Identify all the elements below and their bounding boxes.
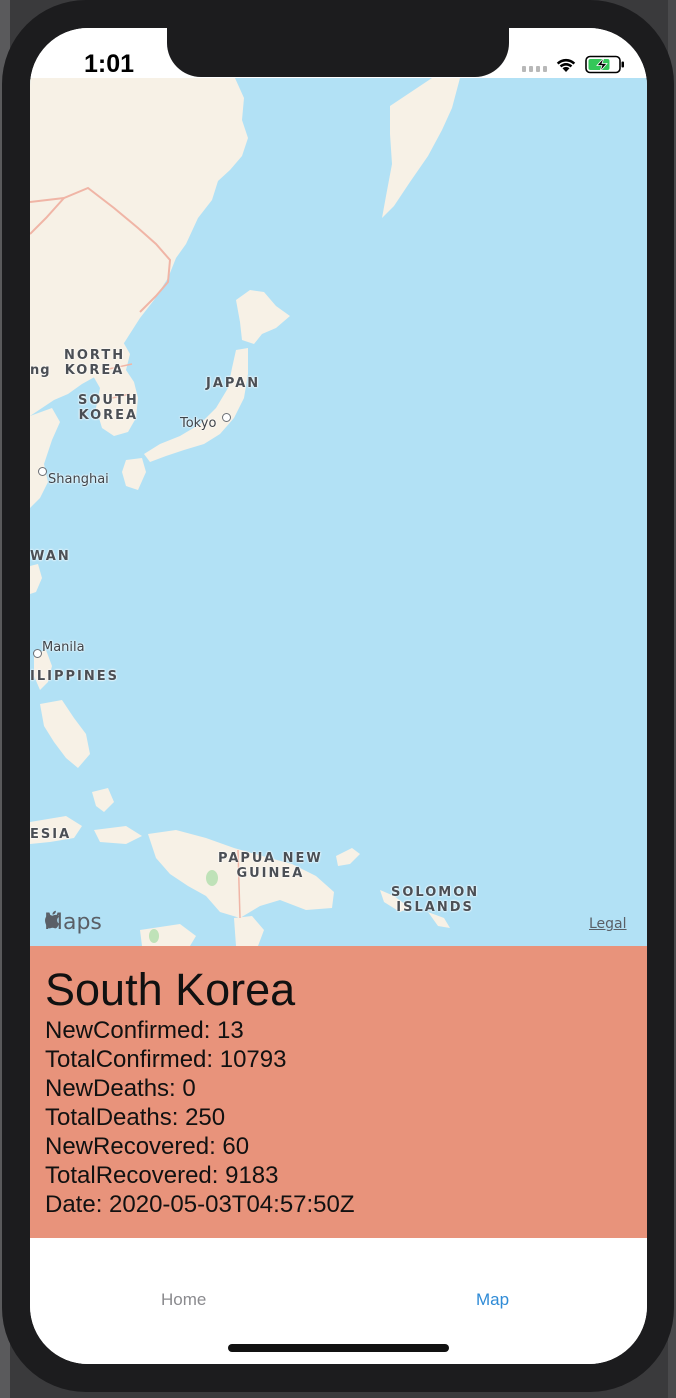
sakhalin [382, 78, 460, 218]
country-label-philippines: ILIPPINES [30, 669, 119, 684]
city-label-tokyo: Tokyo [180, 416, 217, 431]
hokkaido [236, 290, 290, 344]
legal-link[interactable]: Legal [589, 916, 627, 932]
notch [167, 28, 509, 77]
phone-frame: 1:01 NORTH KOREA ng SOUTH KOREA JAPAN WA… [2, 0, 674, 1392]
australia-top [140, 924, 196, 946]
guinea-south [234, 916, 264, 946]
country-label-south-korea: SOUTH KOREA [78, 393, 139, 423]
stat-date: Date: 2020-05-03T04:57:50Z [45, 1191, 355, 1218]
new-britain [336, 848, 360, 866]
stat-new-confirmed: NewConfirmed: 13 [45, 1017, 244, 1044]
country-label-japan: JAPAN [206, 376, 261, 391]
maps-attribution[interactable]: Maps [44, 910, 102, 935]
mainland-asia [30, 78, 248, 416]
apple-logo-icon [45, 910, 60, 929]
status-time: 1:01 [84, 50, 135, 78]
stat-new-recovered: NewRecovered: 60 [45, 1133, 250, 1160]
country-label-north-korea: NORTH KOREA [64, 348, 126, 378]
kyushu [122, 458, 146, 490]
stat-total-deaths: TotalDeaths: 250 [45, 1104, 226, 1131]
country-info-panel: South Korea NewConfirmed: 13 TotalConfir… [30, 946, 647, 1238]
phone-screen: 1:01 NORTH KOREA ng SOUTH KOREA JAPAN WA… [30, 28, 647, 1364]
map-land-layer [30, 78, 460, 946]
tab-home[interactable]: Home [161, 1290, 206, 1310]
tab-map[interactable]: Map [476, 1290, 509, 1310]
city-marker-shanghai[interactable] [38, 467, 47, 476]
map-view[interactable]: NORTH KOREA ng SOUTH KOREA JAPAN WAN ILI… [30, 78, 647, 946]
stat-total-recovered: TotalRecovered: 9183 [45, 1162, 279, 1189]
honshu [144, 348, 248, 462]
battery-charging-icon [585, 55, 624, 74]
country-label-taiwan: WAN [30, 549, 71, 564]
country-label-indonesia: ESIA [30, 827, 72, 842]
country-label-papua-new-guinea: PAPUA NEW GUINEA [218, 851, 323, 881]
sulawesi [92, 788, 114, 812]
tab-bar: Home Map [30, 1238, 647, 1364]
country-name: South Korea [45, 964, 296, 1015]
city-label-manila: Manila [42, 640, 85, 655]
home-indicator[interactable] [228, 1344, 449, 1352]
city-marker-manila[interactable] [33, 649, 42, 658]
city-label-shanghai: Shanghai [48, 472, 109, 487]
wifi-icon [556, 58, 576, 72]
status-icons [522, 55, 625, 74]
park-area-2 [149, 929, 159, 943]
country-label-solomon-islands: SOLOMON ISLANDS [391, 885, 480, 915]
taiwan [30, 564, 42, 594]
country-label-edge-partial: ng [30, 363, 51, 378]
indonesia-east [94, 826, 142, 844]
stat-new-deaths: NewDeaths: 0 [45, 1075, 196, 1102]
philippines-south [40, 700, 90, 768]
cellular-signal-icon [522, 58, 547, 72]
park-area [206, 870, 218, 886]
china-coast [30, 408, 60, 508]
city-marker-tokyo[interactable] [222, 413, 231, 422]
stat-total-confirmed: TotalConfirmed: 10793 [45, 1046, 287, 1073]
